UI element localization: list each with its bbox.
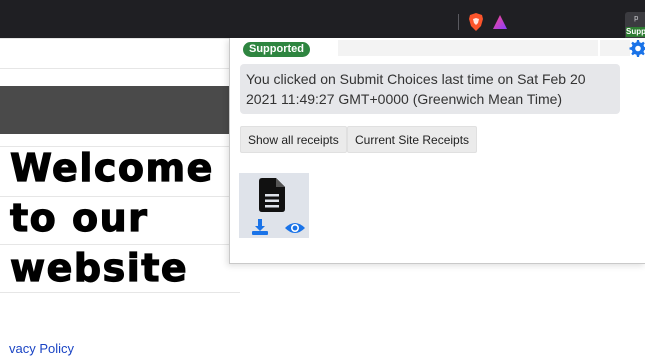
- current-site-receipts-button[interactable]: Current Site Receipts: [347, 126, 478, 153]
- page-divider: [0, 244, 240, 245]
- toolbar-separator: [458, 14, 459, 30]
- extension-badge: Supported: [626, 27, 645, 37]
- document-icon: [259, 178, 285, 212]
- browser-toolbar: p Supported: [0, 0, 645, 38]
- show-all-receipts-button[interactable]: Show all receipts: [240, 126, 347, 153]
- heading-line-3: website: [9, 245, 189, 290]
- header-strip-right: [600, 40, 630, 56]
- brave-shield-icon[interactable]: [468, 13, 484, 31]
- download-icon[interactable]: [251, 218, 269, 236]
- extension-letter: p: [634, 14, 639, 22]
- status-badge: Supported: [243, 42, 310, 57]
- extension-popup: Supported You clicked on Submit Choices …: [229, 38, 645, 264]
- last-action-message: You clicked on Submit Choices last time …: [240, 64, 620, 114]
- privacy-policy-link[interactable]: vacy Policy: [9, 341, 74, 356]
- page-banner: [0, 86, 240, 134]
- receipt-card: [239, 173, 309, 238]
- gear-icon[interactable]: [627, 38, 645, 58]
- heading-line-2: to our: [9, 195, 149, 240]
- header-strip: [338, 40, 598, 56]
- eye-icon[interactable]: [284, 221, 306, 235]
- page-divider: [0, 38, 240, 39]
- page-divider: [0, 292, 240, 293]
- brave-rewards-icon[interactable]: [492, 14, 508, 30]
- page-divider: [0, 68, 240, 69]
- heading-line-1: Welcome: [9, 145, 214, 190]
